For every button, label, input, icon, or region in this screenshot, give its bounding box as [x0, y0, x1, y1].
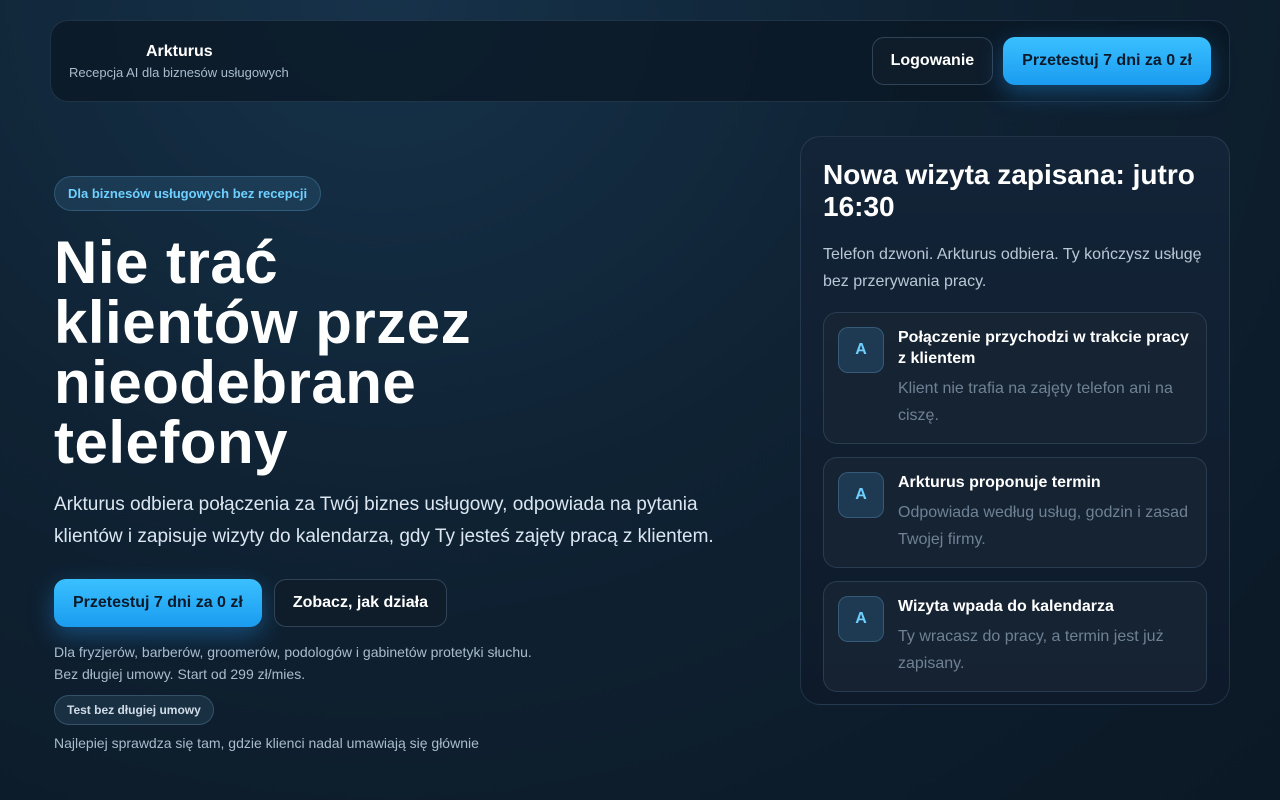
- hero-lead: Arkturus odbiera połączenia za Twój bizn…: [54, 494, 714, 547]
- step-body: Połączenie przychodzi w trakcie pracy z …: [898, 327, 1192, 429]
- step-body: Wizyta wpada do kalendarza Ty wracasz do…: [898, 596, 1192, 677]
- landing-page: Arkturus Recepcja AI dla biznesów usługo…: [0, 0, 1280, 800]
- booking-preview-card: Nowa wizyta zapisana: jutro 16:30 Telefo…: [800, 136, 1230, 705]
- hero-eyebrow-badge: Dla biznesów usługowych bez recepcji: [54, 176, 322, 211]
- step-description: Ty wracasz do pracy, a termin jest już z…: [898, 628, 1164, 672]
- hero-fineprint: Dla fryzjerów, barberów, groomerów, podo…: [54, 641, 754, 685]
- hero-footnote: Najlepiej sprawdza się tam, gdzie klienc…: [54, 735, 479, 751]
- step-title: Wizyta wpada do kalendarza: [898, 598, 1114, 615]
- hero-cta-row: Przetestuj 7 dni za 0 zł Zobacz, jak dzi…: [54, 579, 754, 627]
- step-item: A Arkturus proponuje termin Odpowiada we…: [823, 457, 1207, 568]
- hero-trial-button[interactable]: Przetestuj 7 dni za 0 zł: [54, 579, 262, 627]
- brand[interactable]: Arkturus Recepcja AI dla biznesów usługo…: [69, 43, 289, 80]
- audience-text: Dla fryzjerów, barberów, groomerów, podo…: [54, 644, 532, 660]
- card-title: Nowa wizyta zapisana: jutro 16:30: [823, 159, 1195, 222]
- step-title: Arkturus proponuje termin: [898, 474, 1101, 491]
- header-actions: Logowanie Przetestuj 7 dni za 0 zł: [871, 37, 1211, 85]
- card-subtitle: Telefon dzwoni. Arkturus odbiera. Ty koń…: [823, 246, 1202, 290]
- step-description: Klient nie trafia na zajęty telefon ani …: [898, 380, 1173, 424]
- step-item: A Wizyta wpada do kalendarza Ty wracasz …: [823, 581, 1207, 692]
- step-body: Arkturus proponuje termin Odpowiada wedł…: [898, 472, 1192, 553]
- no-contract-chip: Test bez długiej umowy: [54, 695, 214, 725]
- header-trial-button[interactable]: Przetestuj 7 dni za 0 zł: [1003, 37, 1211, 85]
- step-title: Połączenie przychodzi w trakcie pracy z …: [898, 329, 1189, 367]
- steps-list: A Połączenie przychodzi w trakcie pracy …: [823, 312, 1207, 692]
- step-avatar: A: [838, 327, 884, 373]
- brand-name: Arkturus: [146, 42, 213, 60]
- hero-section: Dla biznesów usługowych bez recepcji Nie…: [54, 176, 754, 751]
- step-avatar: A: [838, 472, 884, 518]
- how-it-works-button[interactable]: Zobacz, jak działa: [273, 579, 447, 627]
- step-item: A Połączenie przychodzi w trakcie pracy …: [823, 312, 1207, 444]
- hero-headline: Nie trać klientów przez nieodebrane tele…: [54, 229, 472, 476]
- site-header: Arkturus Recepcja AI dla biznesów usługo…: [50, 20, 1230, 102]
- step-description: Odpowiada według usług, godzin i zasad T…: [898, 504, 1188, 548]
- login-button[interactable]: Logowanie: [871, 37, 994, 85]
- brand-tagline: Recepcja AI dla biznesów usługowych: [69, 64, 289, 80]
- pricing-text: Bez długiej umowy. Start od 299 zł/mies.: [54, 666, 306, 682]
- step-avatar: A: [838, 596, 884, 642]
